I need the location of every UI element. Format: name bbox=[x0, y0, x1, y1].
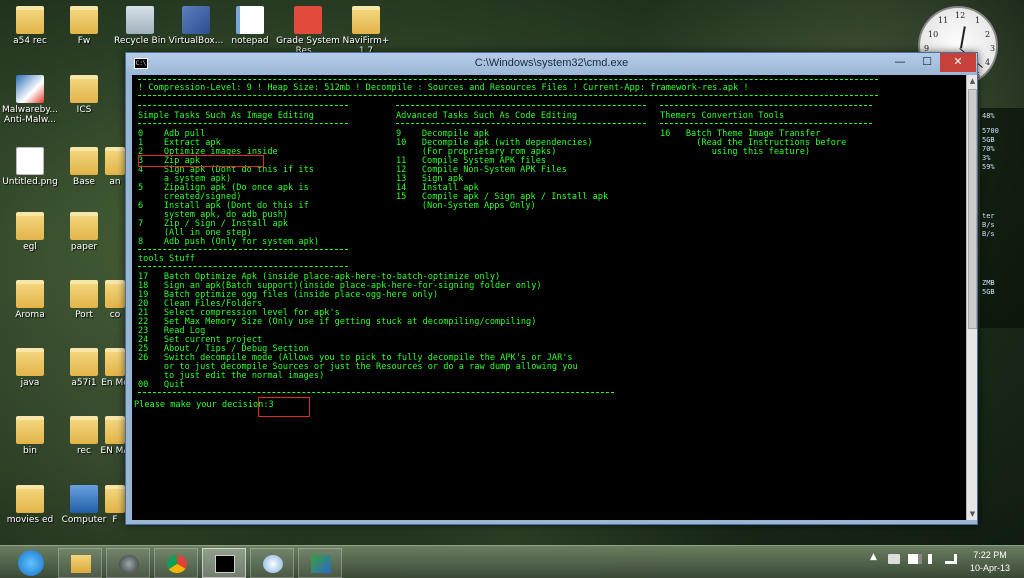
menu-option-quit: 00 Quit bbox=[138, 380, 185, 390]
internet-explorer-icon[interactable] bbox=[18, 550, 44, 576]
separator bbox=[138, 79, 878, 80]
folder-icon bbox=[16, 280, 44, 308]
taskbar-explorer[interactable] bbox=[58, 548, 102, 578]
folder-icon bbox=[70, 280, 98, 308]
desktop-icon-paper[interactable]: paper bbox=[52, 212, 116, 252]
recycle-bin-icon bbox=[126, 6, 154, 34]
folder-icon bbox=[105, 348, 125, 376]
taskbar-paint[interactable] bbox=[250, 548, 294, 578]
console-output[interactable]: ! Compression-Level: 9 ! Heap Size: 512m… bbox=[132, 75, 966, 520]
clock-date: 10-Apr-13 bbox=[969, 563, 1011, 573]
taskbar-game[interactable] bbox=[106, 548, 150, 578]
taskbar-idm[interactable] bbox=[298, 548, 342, 578]
chrome-icon bbox=[167, 555, 187, 573]
clock-number: 2 bbox=[985, 30, 991, 39]
folder-icon bbox=[352, 6, 380, 34]
paint-icon bbox=[263, 555, 283, 573]
clock-number: 3 bbox=[990, 44, 996, 53]
cmd-icon bbox=[215, 555, 235, 573]
taskbar-cmd[interactable] bbox=[202, 548, 246, 578]
clock-time: 7:22 PM bbox=[973, 550, 1007, 560]
folder-icon bbox=[70, 147, 98, 175]
folder-icon bbox=[105, 416, 125, 444]
separator bbox=[138, 266, 348, 267]
minimize-button[interactable]: — bbox=[886, 53, 914, 72]
malwarebytes-icon bbox=[16, 75, 44, 103]
folder-icon bbox=[70, 75, 98, 103]
scrollbar-thumb[interactable] bbox=[968, 89, 977, 329]
taskbar-clock[interactable]: 7:22 PM 10-Apr-13 bbox=[960, 549, 1020, 575]
desktop-icon-ics[interactable]: ICS bbox=[52, 75, 116, 115]
separator bbox=[138, 392, 614, 393]
desktop-icon-grade[interactable]: Grade System Res... bbox=[276, 6, 340, 56]
menu-option: 8 Adb push (Only for system apk) bbox=[138, 237, 320, 247]
clock-number: 11 bbox=[938, 16, 949, 25]
folder-icon bbox=[16, 212, 44, 240]
download-manager-icon bbox=[311, 555, 331, 573]
folder-icon bbox=[16, 416, 44, 444]
folder-icon bbox=[16, 485, 44, 513]
menu-option: (Non-System Apps Only) bbox=[396, 201, 536, 211]
folder-icon bbox=[105, 485, 125, 513]
section-title-advanced: Advanced Tasks Such As Code Editing bbox=[396, 111, 578, 121]
folder-icon bbox=[70, 348, 98, 376]
folder-icon bbox=[16, 6, 44, 34]
taskbar-chrome[interactable] bbox=[154, 548, 198, 578]
separator bbox=[660, 105, 872, 106]
folder-icon bbox=[105, 147, 125, 175]
section-title-themers: Themers Convertion Tools bbox=[660, 111, 785, 121]
virtualbox-icon bbox=[182, 6, 210, 34]
clock-number: 1 bbox=[975, 16, 981, 25]
helmet-icon bbox=[119, 555, 139, 573]
desktop-icon-recycle-bin[interactable]: Recycle Bin bbox=[108, 6, 172, 46]
command-prompt[interactable]: Please make your decision:3 bbox=[134, 401, 274, 410]
system-monitor-gadget: 48% 5700 5GB 70% 3% 59% ter B/s B/s ZMB … bbox=[980, 108, 1024, 328]
show-hidden-icons-button[interactable]: ▲ bbox=[870, 552, 877, 562]
flag-icon[interactable] bbox=[888, 554, 900, 564]
folder-icon bbox=[70, 212, 98, 240]
clock-number: 12 bbox=[955, 11, 966, 20]
separator bbox=[396, 105, 646, 106]
clock-hour-hand bbox=[960, 26, 966, 49]
desktop-icon-notepad[interactable]: notepad bbox=[218, 6, 282, 46]
vertical-scrollbar[interactable]: ▲ ▼ bbox=[966, 75, 977, 520]
menu-option: using this feature) bbox=[660, 147, 811, 157]
separator bbox=[138, 123, 348, 124]
folder-icon bbox=[70, 416, 98, 444]
desktop-icon-fw[interactable]: Fw bbox=[52, 6, 116, 46]
folder-icon bbox=[105, 280, 125, 308]
cmd-window[interactable]: C:\ C:\Windows\system32\cmd.exe — ☐ ✕ ! … bbox=[125, 52, 978, 525]
clock-number: 10 bbox=[928, 30, 939, 39]
image-file-icon bbox=[16, 147, 44, 175]
section-title-tools: tools Stuff bbox=[138, 254, 195, 264]
clock-number: 4 bbox=[985, 58, 991, 67]
desktop-icon-navifirm[interactable]: NaviFirm+ 1.7 bbox=[334, 6, 398, 56]
battery-icon[interactable] bbox=[908, 554, 922, 564]
separator bbox=[138, 95, 878, 96]
window-title: C:\Windows\system32\cmd.exe bbox=[474, 57, 629, 69]
highlight-decision bbox=[258, 397, 310, 417]
separator bbox=[138, 249, 348, 250]
section-title-simple: Simple Tasks Such As Image Editing bbox=[138, 111, 314, 121]
folder-icon bbox=[16, 348, 44, 376]
folder-icon bbox=[71, 555, 91, 573]
notepad-icon bbox=[236, 6, 264, 34]
volume-icon[interactable] bbox=[928, 554, 940, 564]
scroll-down-button[interactable]: ▼ bbox=[967, 508, 978, 520]
scroll-up-button[interactable]: ▲ bbox=[967, 75, 978, 87]
folder-icon bbox=[70, 6, 98, 34]
separator bbox=[138, 105, 348, 106]
separator bbox=[660, 123, 872, 124]
status-header: ! Compression-Level: 9 ! Heap Size: 512m… bbox=[138, 83, 749, 93]
separator bbox=[396, 123, 646, 124]
network-icon[interactable] bbox=[945, 554, 957, 564]
computer-icon bbox=[70, 485, 98, 513]
window-titlebar[interactable]: C:\ C:\Windows\system32\cmd.exe — ☐ ✕ bbox=[126, 53, 977, 75]
taskbar: ▲ 7:22 PM 10-Apr-13 bbox=[0, 545, 1024, 578]
maximize-button[interactable]: ☐ bbox=[913, 53, 941, 72]
close-button[interactable]: ✕ bbox=[940, 53, 976, 72]
highlight-zip-apk bbox=[138, 155, 264, 167]
pdf-icon bbox=[294, 6, 322, 34]
